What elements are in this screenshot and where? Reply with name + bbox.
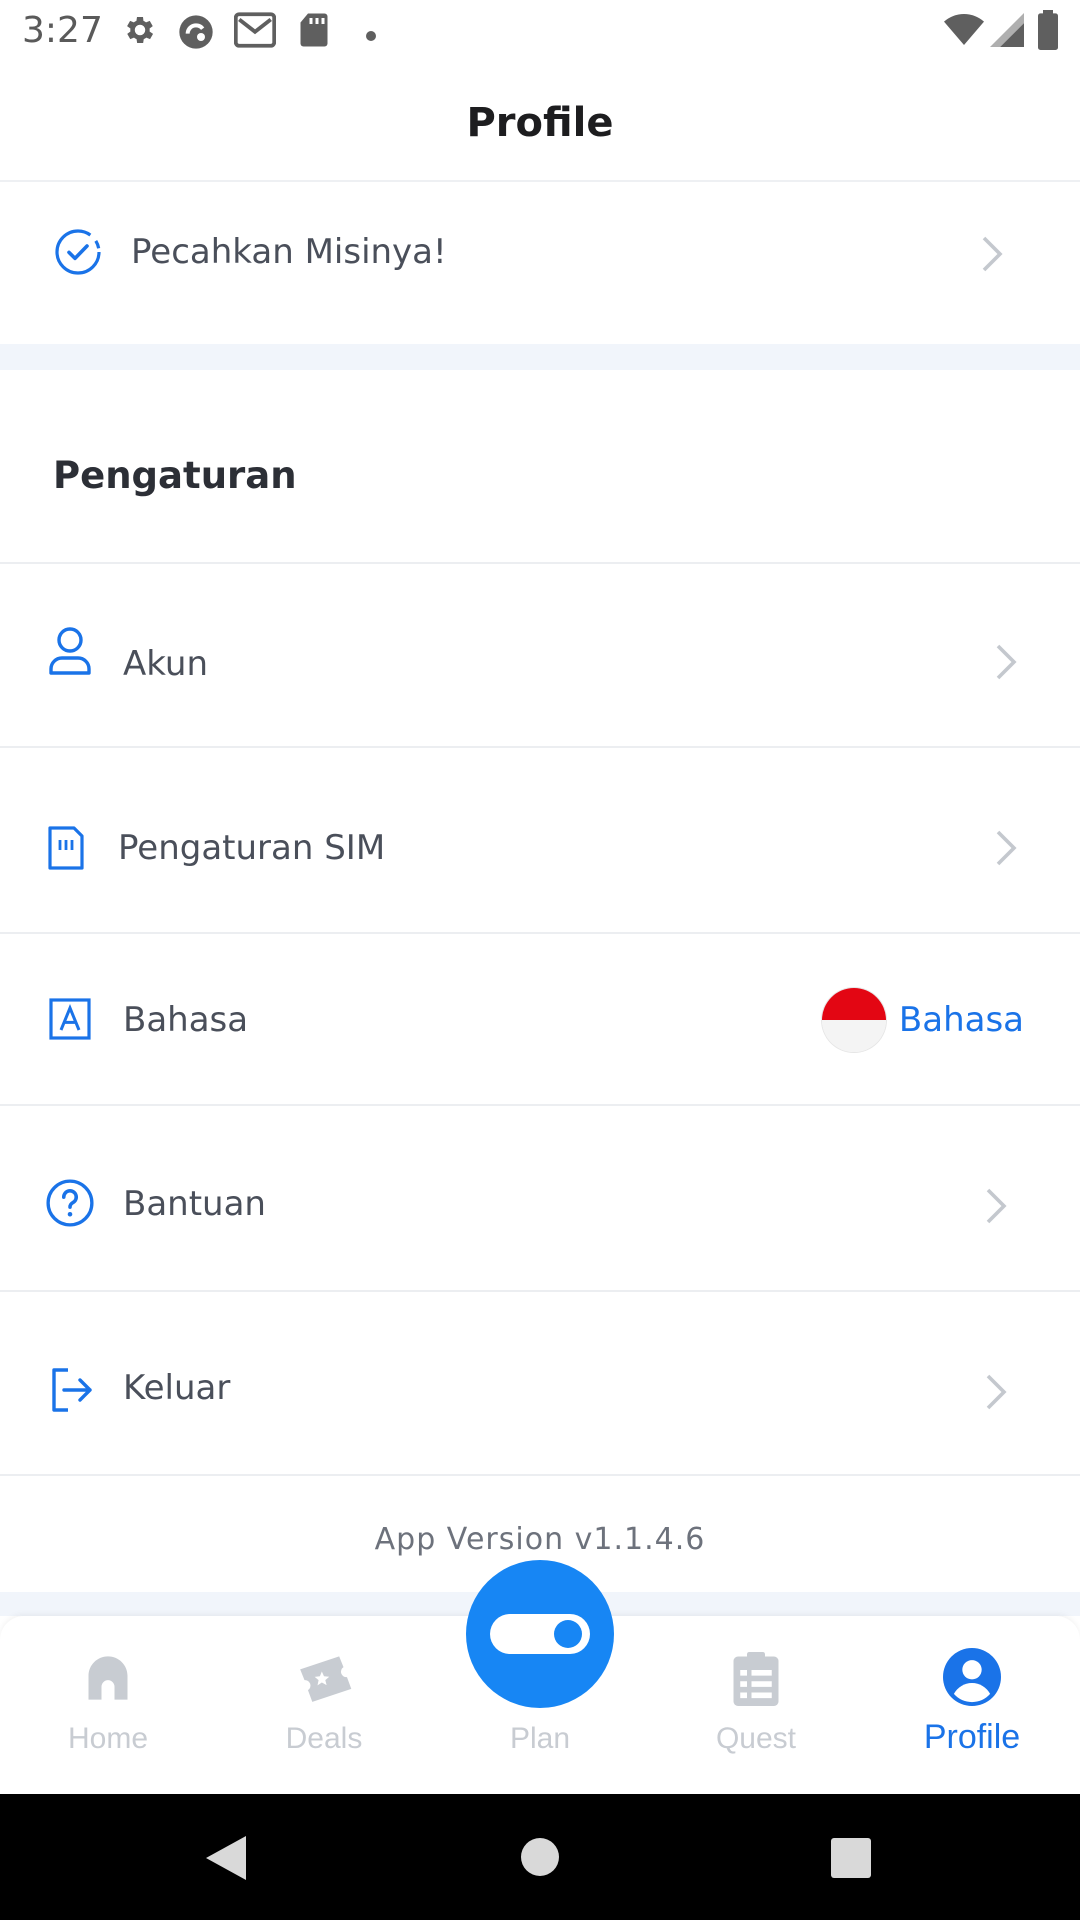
user-icon bbox=[48, 626, 92, 680]
settings-item-sim[interactable]: Pengaturan SIM bbox=[0, 748, 1080, 932]
section-title: Pengaturan bbox=[53, 454, 297, 497]
home-circle-icon[interactable] bbox=[521, 1838, 559, 1880]
chevron-right-icon bbox=[994, 828, 1018, 872]
indonesia-flag bbox=[822, 988, 886, 1052]
profile-icon bbox=[943, 1648, 1001, 1710]
settings-item-label: Akun bbox=[123, 644, 208, 684]
settings-item-label: Bantuan bbox=[123, 1184, 266, 1224]
settings-item-bahasa[interactable]: Bahasa Bahasa bbox=[0, 934, 1080, 1104]
status-bar: 3:27 bbox=[0, 0, 1080, 64]
back-icon[interactable] bbox=[206, 1836, 246, 1884]
settings-item-keluar[interactable]: Keluar bbox=[0, 1292, 1080, 1474]
battery-icon bbox=[1038, 10, 1058, 54]
logout-icon bbox=[50, 1368, 94, 1416]
gmail-icon bbox=[233, 12, 277, 52]
check-circle-icon bbox=[54, 228, 102, 280]
chevron-right-icon bbox=[984, 1186, 1008, 1230]
recents-icon[interactable] bbox=[831, 1838, 871, 1882]
mission-label: Pecahkan Misinya! bbox=[131, 232, 447, 272]
divider bbox=[0, 1474, 1080, 1476]
toggle-icon bbox=[490, 1614, 590, 1654]
sim-card-icon bbox=[48, 826, 84, 874]
wifi-icon bbox=[944, 12, 984, 52]
app-version: App Version v1.1.4.6 bbox=[374, 1522, 706, 1557]
settings-item-label: Keluar bbox=[123, 1368, 231, 1408]
nav-label: Deals bbox=[285, 1722, 363, 1755]
ticket-icon bbox=[293, 1652, 355, 1708]
nav-label: Home bbox=[67, 1722, 149, 1755]
nav-label: Profile bbox=[923, 1718, 1021, 1756]
mission-row[interactable]: Pecahkan Misinya! bbox=[0, 184, 1080, 344]
settings-item-label: Bahasa bbox=[123, 1000, 249, 1040]
settings-item-label: Pengaturan SIM bbox=[118, 828, 386, 868]
settings-item-bantuan[interactable]: Bantuan bbox=[0, 1106, 1080, 1290]
settings-header: Pengaturan bbox=[0, 370, 1080, 562]
nav-label: Plan bbox=[509, 1722, 571, 1755]
chevron-right-icon bbox=[980, 234, 1004, 278]
help-circle-icon bbox=[45, 1178, 95, 1232]
nav-label: Quest bbox=[715, 1722, 797, 1755]
app-circle-icon bbox=[176, 12, 216, 56]
nav-item-deals[interactable]: Deals bbox=[216, 1616, 432, 1794]
nav-item-quest[interactable]: Quest bbox=[648, 1616, 864, 1794]
sd-card-icon bbox=[298, 12, 330, 52]
system-nav-bar bbox=[0, 1794, 1080, 1920]
chevron-right-icon bbox=[984, 1372, 1008, 1416]
nav-item-profile[interactable]: Profile bbox=[864, 1616, 1080, 1794]
header: Profile bbox=[0, 64, 1080, 182]
gear-icon bbox=[122, 12, 158, 52]
status-time: 3:27 bbox=[22, 10, 103, 51]
letter-a-icon bbox=[49, 998, 91, 1044]
page-title: Profile bbox=[466, 100, 614, 146]
settings-item-akun[interactable]: Akun bbox=[0, 564, 1080, 746]
nav-item-home[interactable]: Home bbox=[0, 1616, 216, 1794]
home-icon bbox=[82, 1652, 134, 1708]
signal-icon bbox=[990, 12, 1024, 52]
dot-icon bbox=[366, 26, 376, 45]
plan-fab-button[interactable] bbox=[466, 1560, 614, 1708]
section-separator bbox=[0, 344, 1080, 370]
language-value: Bahasa bbox=[898, 1000, 1024, 1040]
chevron-right-icon bbox=[994, 642, 1018, 686]
clipboard-icon bbox=[733, 1652, 779, 1710]
